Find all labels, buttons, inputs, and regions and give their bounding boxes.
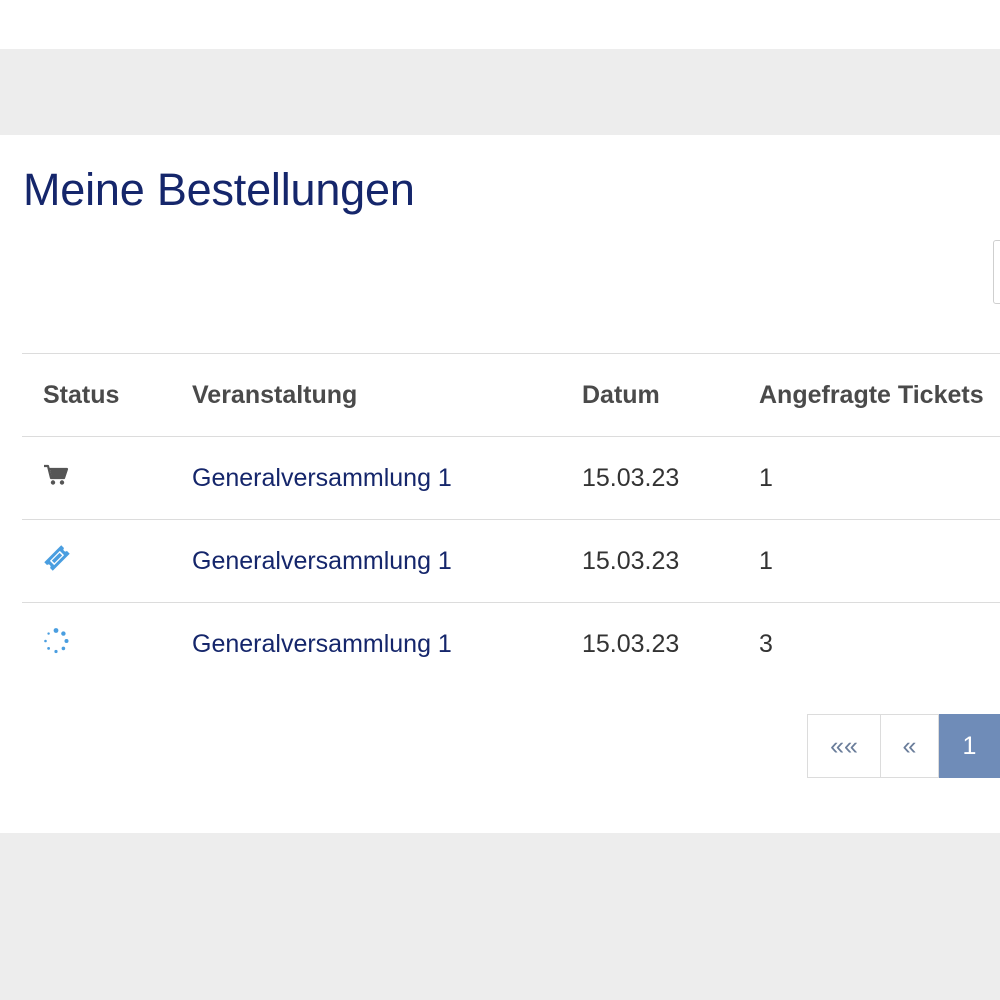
footer-band <box>0 833 1000 1000</box>
status-cell <box>22 436 171 520</box>
cart-icon <box>43 464 69 493</box>
table-row[interactable]: Generalversammlung 1 15.03.23 3 <box>22 602 1000 685</box>
event-link[interactable]: Generalversammlung 1 <box>192 464 452 492</box>
event-link[interactable]: Generalversammlung 1 <box>192 547 452 575</box>
header-band <box>0 49 1000 135</box>
event-cell: Generalversammlung 1 <box>171 602 561 685</box>
tickets-cell: 3 <box>738 602 1000 685</box>
status-cell <box>22 519 171 603</box>
pagination: «« « 1 <box>807 714 1000 778</box>
orders-table: Status Veranstaltung Datum Angefragte Ti… <box>22 353 1000 685</box>
event-cell: Generalversammlung 1 <box>171 436 561 520</box>
date-cell: 15.03.23 <box>561 436 738 520</box>
spinner-icon <box>43 627 69 661</box>
filter-input[interactable] <box>993 240 1000 304</box>
date-cell: 15.03.23 <box>561 519 738 603</box>
pagination-prev-button[interactable]: « <box>881 714 939 778</box>
pagination-page-1[interactable]: 1 <box>939 714 1000 778</box>
column-header-tickets[interactable]: Angefragte Tickets <box>738 353 1000 437</box>
page-title: Meine Bestellungen <box>23 164 415 215</box>
column-header-status[interactable]: Status <box>22 353 171 437</box>
table-row[interactable]: Generalversammlung 1 15.03.23 1 <box>22 436 1000 520</box>
tickets-cell: 1 <box>738 519 1000 603</box>
table-row[interactable]: Generalversammlung 1 15.03.23 1 <box>22 519 1000 603</box>
event-link[interactable]: Generalversammlung 1 <box>192 630 452 658</box>
column-header-date[interactable]: Datum <box>561 353 738 437</box>
event-cell: Generalversammlung 1 <box>171 519 561 603</box>
status-cell <box>22 602 171 685</box>
table-header-row: Status Veranstaltung Datum Angefragte Ti… <box>22 353 1000 437</box>
date-cell: 15.03.23 <box>561 602 738 685</box>
ticket-icon <box>43 544 71 578</box>
pagination-first-button[interactable]: «« <box>807 714 881 778</box>
top-bar <box>0 0 1000 49</box>
column-header-event[interactable]: Veranstaltung <box>171 353 561 437</box>
main-content: Meine Bestellungen Status Veranstaltung … <box>0 135 1000 833</box>
tickets-cell: 1 <box>738 436 1000 520</box>
